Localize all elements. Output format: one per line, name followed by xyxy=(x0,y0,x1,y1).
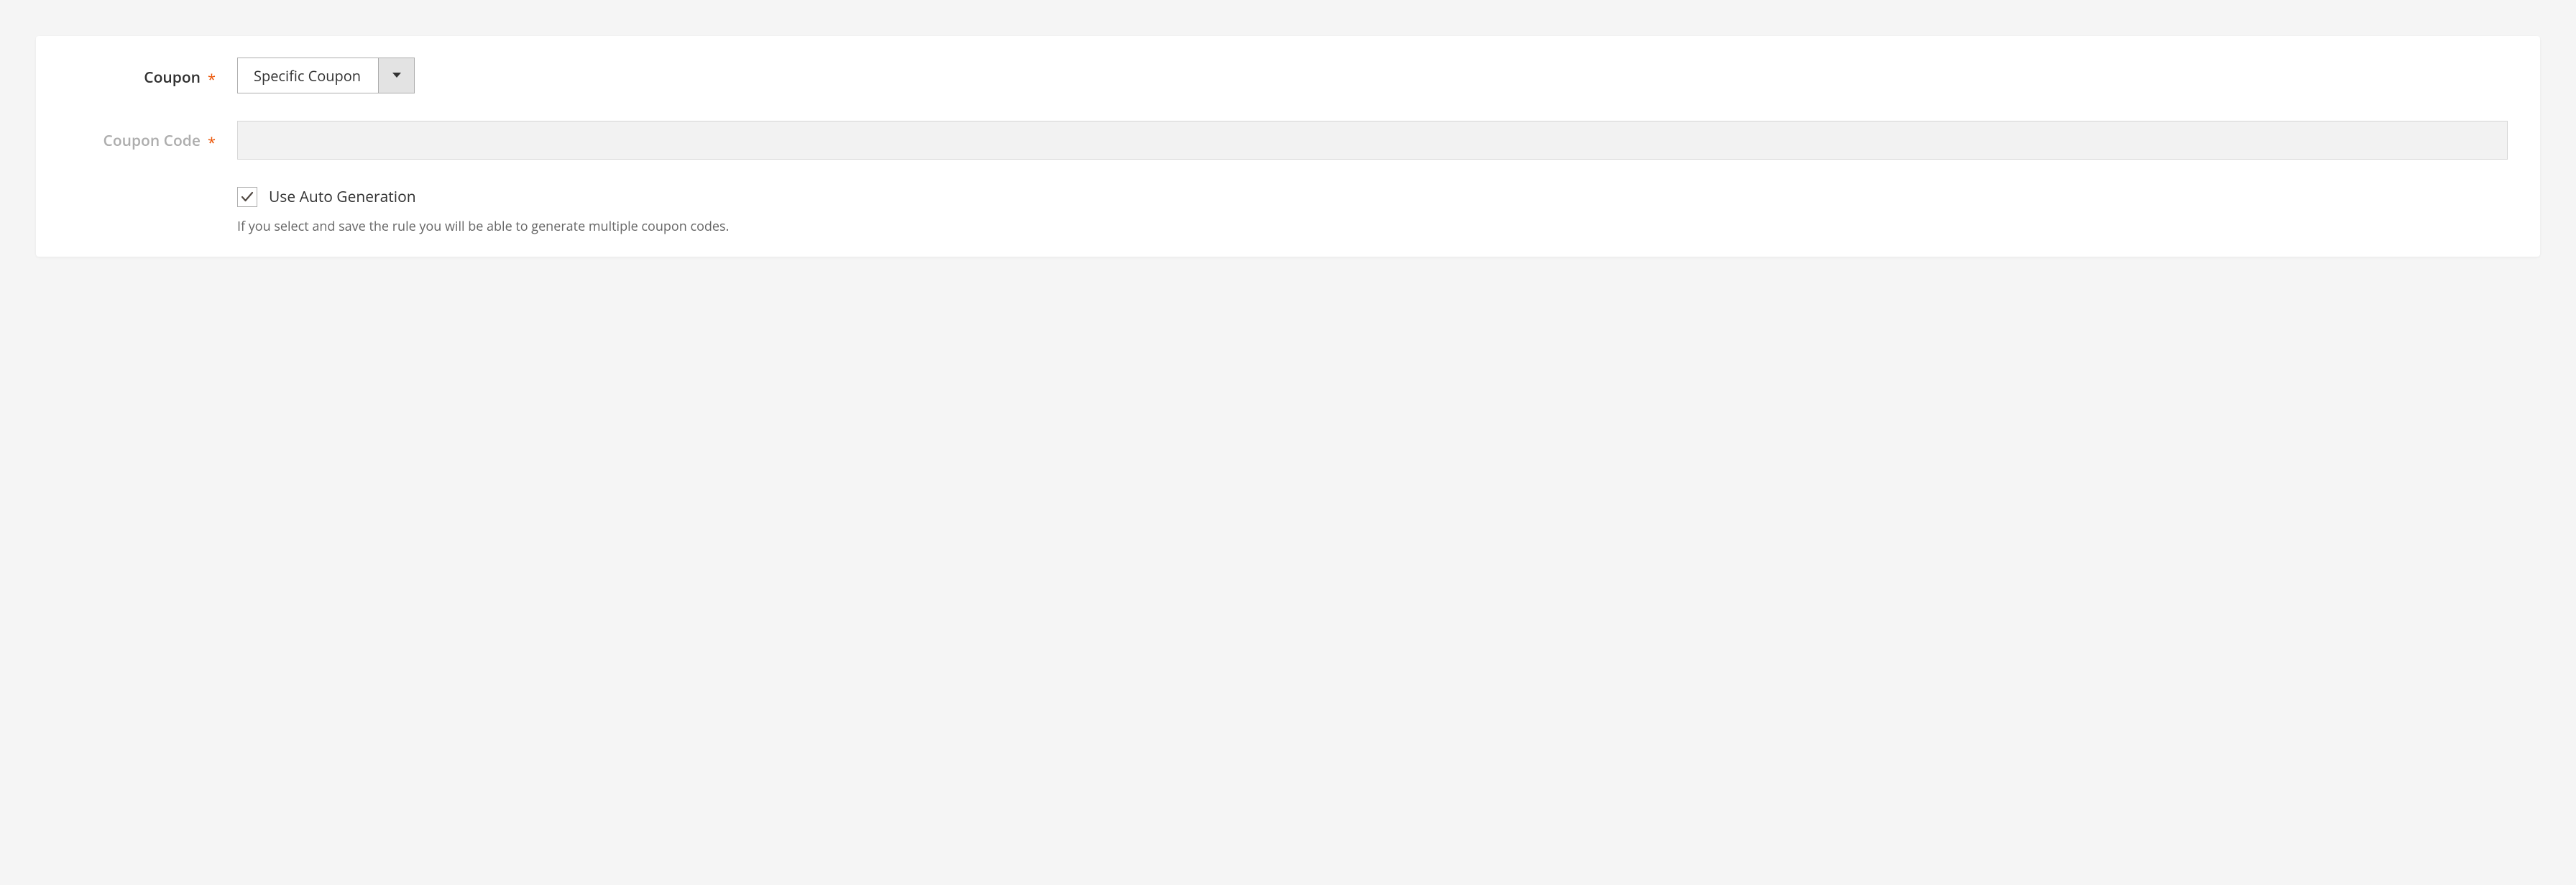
coupon-code-control xyxy=(237,121,2508,160)
coupon-row: Coupon * Specific Coupon xyxy=(68,58,2508,93)
auto-generation-checkbox[interactable] xyxy=(237,187,257,207)
auto-generation-label: Use Auto Generation xyxy=(269,187,416,207)
required-star-icon: * xyxy=(208,136,216,150)
coupon-settings-panel: Coupon * Specific Coupon Coupon Code * xyxy=(36,36,2540,257)
checkmark-icon xyxy=(241,191,254,203)
auto-generation-label-col xyxy=(68,187,237,197)
auto-generation-checkbox-line: Use Auto Generation xyxy=(237,187,2508,207)
coupon-code-input[interactable] xyxy=(237,121,2508,160)
required-star-icon: * xyxy=(208,73,216,87)
coupon-select[interactable]: Specific Coupon xyxy=(237,58,415,93)
coupon-select-value: Specific Coupon xyxy=(238,58,378,93)
coupon-label-col: Coupon * xyxy=(68,58,237,88)
auto-generation-note: If you select and save the rule you will… xyxy=(237,217,2508,237)
chevron-down-icon xyxy=(378,58,414,93)
coupon-code-label-col: Coupon Code * xyxy=(68,121,237,151)
coupon-control: Specific Coupon xyxy=(237,58,2508,93)
auto-generation-control: Use Auto Generation If you select and sa… xyxy=(237,187,2508,237)
coupon-label: Coupon xyxy=(144,68,201,88)
coupon-code-row: Coupon Code * xyxy=(68,121,2508,160)
coupon-code-label: Coupon Code xyxy=(104,131,201,151)
auto-generation-row: Use Auto Generation If you select and sa… xyxy=(68,187,2508,237)
